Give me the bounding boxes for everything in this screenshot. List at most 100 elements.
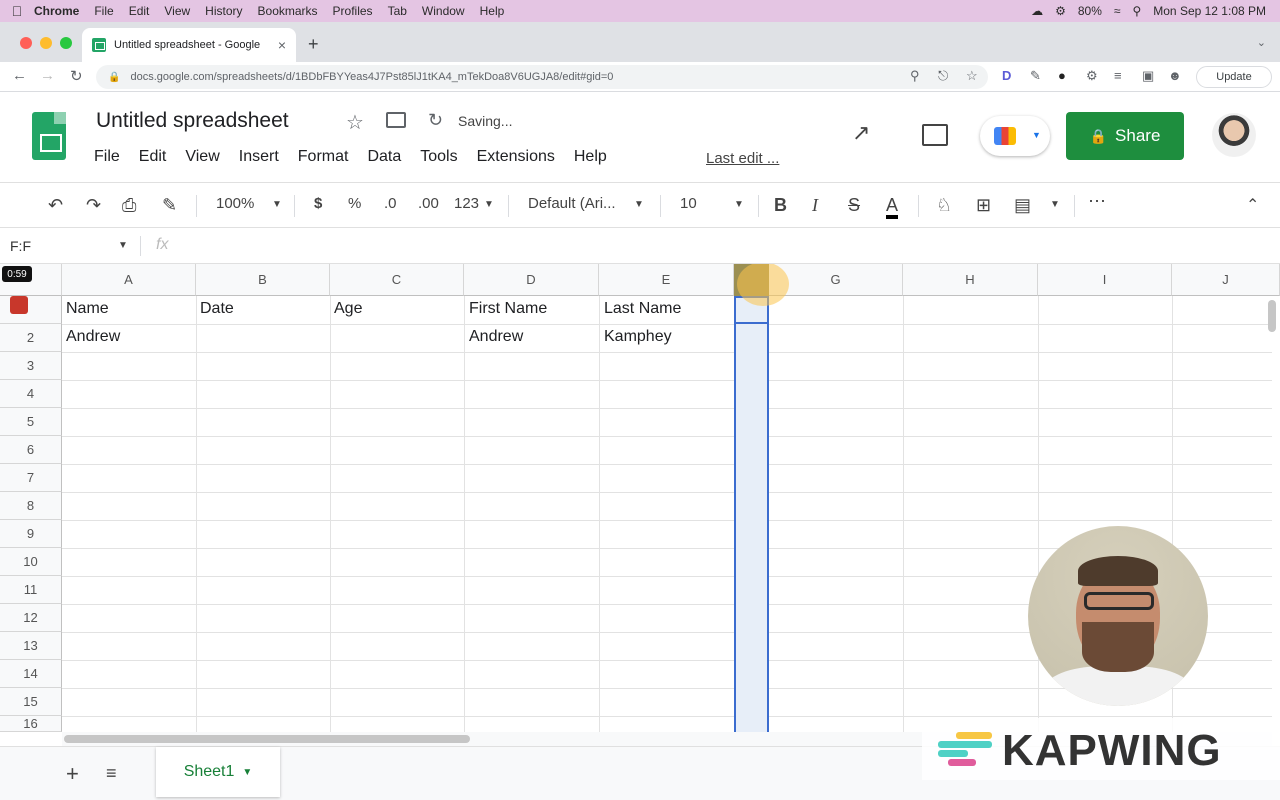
row-header-2[interactable]: 2 <box>0 324 62 352</box>
close-tab-icon[interactable]: × <box>278 37 286 53</box>
record-stop-button[interactable] <box>10 296 28 314</box>
zoom-window-button[interactable] <box>60 37 72 49</box>
column-header-j[interactable]: J <box>1172 264 1280 296</box>
chevron-down-icon[interactable]: ▼ <box>272 199 282 210</box>
column-header-e[interactable]: E <box>599 264 734 296</box>
forward-icon[interactable]: → <box>40 67 55 84</box>
menu-profiles[interactable]: Profiles <box>333 4 373 18</box>
menu-sheets-format[interactable]: Format <box>298 148 349 166</box>
cell-a2[interactable]: Andrew <box>62 328 120 346</box>
meet-button[interactable]: ▼ <box>980 116 1050 156</box>
last-edit-link[interactable]: Last edit ... <box>706 150 779 167</box>
decrease-decimal-button[interactable]: .0 <box>384 195 397 212</box>
fill-color-icon[interactable]: ♘ <box>936 195 952 216</box>
row-header-3[interactable]: 3 <box>0 352 62 380</box>
redo-icon[interactable]: ↷ <box>86 195 101 216</box>
chevron-down-icon[interactable]: ▼ <box>484 199 494 210</box>
doc-title[interactable]: Untitled spreadsheet <box>96 109 289 133</box>
update-button[interactable]: Update <box>1196 66 1272 88</box>
row-header-4[interactable]: 4 <box>0 380 62 408</box>
cloud-icon[interactable]: ☁ <box>1031 4 1043 18</box>
row-header-7[interactable]: 7 <box>0 464 62 492</box>
paint-format-icon[interactable]: ✎ <box>162 195 177 216</box>
share-page-icon[interactable]: ⎋ <box>938 68 948 84</box>
lock-icon[interactable]: 🔒 <box>108 72 120 83</box>
column-header-a[interactable]: A <box>62 264 196 296</box>
minimize-window-button[interactable] <box>40 37 52 49</box>
undo-icon[interactable]: ↶ <box>48 195 63 216</box>
menu-sheets-view[interactable]: View <box>185 148 219 166</box>
battery-text[interactable]: 80% <box>1078 4 1102 18</box>
menu-view[interactable]: View <box>164 4 190 18</box>
column-header-d[interactable]: D <box>464 264 599 296</box>
menu-tab[interactable]: Tab <box>388 4 407 18</box>
extension-record-icon[interactable]: ● <box>1058 68 1066 83</box>
new-tab-icon[interactable]: + <box>308 34 319 55</box>
extension-d-icon[interactable]: D <box>1002 68 1011 83</box>
column-header-b[interactable]: B <box>196 264 330 296</box>
gear-icon[interactable]: ⚙ <box>1055 4 1066 18</box>
chevron-down-icon[interactable]: ▼ <box>634 199 644 210</box>
back-icon[interactable]: ← <box>12 67 27 84</box>
cell-d2[interactable]: Andrew <box>465 328 523 346</box>
menu-edit[interactable]: Edit <box>129 4 150 18</box>
cell-e1[interactable]: Last Name <box>600 300 681 318</box>
merge-cells-icon[interactable]: ▤ <box>1014 195 1031 216</box>
row-header-8[interactable]: 8 <box>0 492 62 520</box>
close-window-button[interactable] <box>20 37 32 49</box>
print-icon[interactable]: ⎙ <box>122 195 136 216</box>
url-field[interactable]: 🔒 docs.google.com/spreadsheets/d/1BDbFBY… <box>96 65 988 89</box>
profile-icon[interactable]: ☻ <box>1168 68 1182 83</box>
currency-format-button[interactable]: $ <box>314 195 322 212</box>
column-header-c[interactable]: C <box>330 264 464 296</box>
percent-format-button[interactable]: % <box>348 195 361 212</box>
column-header-i[interactable]: I <box>1038 264 1172 296</box>
bookmark-star-icon[interactable]: ☆ <box>966 68 978 84</box>
row-header-12[interactable]: 12 <box>0 604 62 632</box>
all-sheets-icon[interactable]: ≡ <box>106 763 117 784</box>
chevron-down-icon[interactable]: ▼ <box>118 240 128 251</box>
bold-button[interactable]: B <box>774 195 787 216</box>
scroll-thumb[interactable] <box>64 735 470 743</box>
extensions-puzzle-icon[interactable]: ⚙ <box>1086 68 1098 84</box>
menu-sheets-tools[interactable]: Tools <box>420 148 457 166</box>
more-options-icon[interactable]: ⋯ <box>1088 191 1106 212</box>
borders-icon[interactable]: ⊞ <box>976 195 991 216</box>
star-icon[interactable]: ☆ <box>346 110 364 135</box>
wifi-icon[interactable]: ≈ <box>1114 4 1121 18</box>
row-header-6[interactable]: 6 <box>0 436 62 464</box>
more-formats-button[interactable]: 123 <box>454 195 479 212</box>
italic-button[interactable]: I <box>812 195 818 216</box>
move-folder-icon[interactable] <box>386 112 406 128</box>
clock-text[interactable]: Mon Sep 12 1:08 PM <box>1153 4 1266 18</box>
name-box[interactable]: F:F <box>10 238 31 254</box>
row-header-16[interactable]: 16 <box>0 716 62 732</box>
menu-file[interactable]: File <box>94 4 113 18</box>
cell-b1[interactable]: Date <box>196 300 234 318</box>
text-color-button[interactable]: A <box>886 195 899 219</box>
row-header-15[interactable]: 15 <box>0 688 62 716</box>
menu-sheets-edit[interactable]: Edit <box>139 148 167 166</box>
menu-history[interactable]: History <box>205 4 242 18</box>
avatar[interactable] <box>1212 113 1256 157</box>
menu-sheets-help[interactable]: Help <box>574 148 607 166</box>
add-sheet-icon[interactable]: + <box>66 761 79 787</box>
share-button[interactable]: 🔒 Share <box>1066 112 1184 160</box>
scroll-thumb[interactable] <box>1268 300 1276 332</box>
vertical-scrollbar[interactable] <box>1266 296 1278 732</box>
sheets-logo-icon[interactable] <box>32 112 66 160</box>
spotlight-icon[interactable]: ⚲ <box>1132 4 1141 18</box>
column-header-g[interactable]: G <box>769 264 903 296</box>
cell-e2[interactable]: Kamphey <box>600 328 672 346</box>
side-panel-icon[interactable]: ▣ <box>1142 68 1154 84</box>
menu-sheets-data[interactable]: Data <box>367 148 401 166</box>
strikethrough-button[interactable]: S <box>848 195 860 216</box>
chevron-down-icon[interactable]: ▼ <box>1050 199 1060 210</box>
menu-sheets-extensions[interactable]: Extensions <box>477 148 555 166</box>
row-header-13[interactable]: 13 <box>0 632 62 660</box>
reload-icon[interactable]: ↻ <box>70 67 83 85</box>
sheet-tab-sheet1[interactable]: Sheet1 ▼ <box>156 747 280 797</box>
browser-tab[interactable]: Untitled spreadsheet - Google × <box>82 28 296 62</box>
comments-icon[interactable] <box>922 124 948 146</box>
font-size-select[interactable]: 10 <box>680 195 697 212</box>
